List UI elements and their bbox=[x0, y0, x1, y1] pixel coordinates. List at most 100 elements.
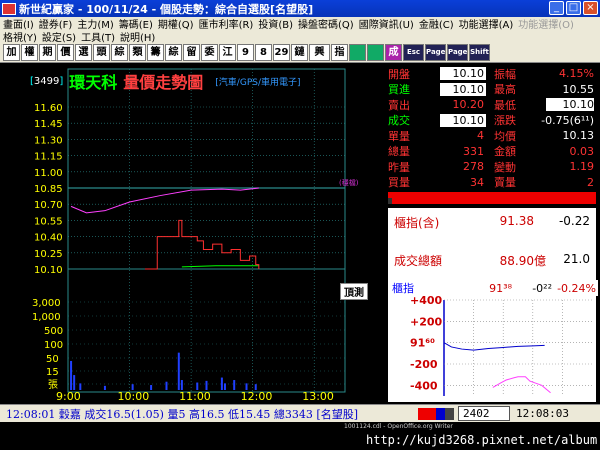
toolbar-button-23[interactable]: Page bbox=[425, 44, 446, 61]
price-tick-label: 10.40 bbox=[34, 233, 63, 244]
toolbar-button-7[interactable]: 類 bbox=[129, 44, 146, 61]
volume-tick-label: 500 bbox=[44, 326, 63, 337]
toolbar-button-16[interactable]: 鏈 bbox=[291, 44, 308, 61]
quote-row: 總量 331 金額 0.03 bbox=[388, 144, 596, 160]
toolbar-button-19[interactable] bbox=[349, 44, 366, 61]
volume-tick-label: 15 bbox=[46, 367, 59, 378]
menu-item-4[interactable]: 期權(Q) bbox=[158, 16, 194, 31]
price-tick-label: 11.45 bbox=[34, 119, 63, 130]
menu-item-sub-3[interactable]: 說明(H) bbox=[120, 29, 155, 44]
quote-label: 開盤 bbox=[388, 67, 410, 81]
menu-item-11[interactable]: 功能選擇(O) bbox=[518, 16, 574, 31]
mini-index-change: -0²² bbox=[532, 281, 552, 295]
volume-tick-label: 3,000 bbox=[32, 298, 61, 309]
index-panel: 櫃指(含) 91.38 -0.22 成交總額 88.90億 21.0 bbox=[388, 208, 596, 280]
price-volume-chart[interactable]: 11.60 11.45 11.30 11.15 11.00 10.85 10.70 10.55… bbox=[0, 64, 388, 404]
footer-watermark: 1001124.cdl - OpenOffice.org Writer http… bbox=[0, 422, 600, 450]
volume-weighted-line bbox=[181, 265, 259, 268]
menu-item-sub-0[interactable]: 格視(Y) bbox=[3, 29, 37, 44]
status-color-indicator bbox=[418, 407, 454, 420]
minimize-button[interactable]: _ bbox=[549, 1, 564, 15]
mini-tick-label: -200 bbox=[410, 358, 438, 371]
quote-label: 均價 bbox=[494, 129, 516, 143]
quote-label: 總量 bbox=[388, 145, 410, 159]
toolbar-button-20[interactable] bbox=[367, 44, 384, 61]
menu-row-secondary: 格視(Y) 設定(S) 工具(T) 說明(H) bbox=[0, 29, 600, 44]
volume-bar bbox=[79, 383, 82, 390]
avg-line-label: (穩檔) bbox=[339, 179, 359, 187]
toolbar-button-18[interactable]: 指 bbox=[331, 44, 348, 61]
menu-item-6[interactable]: 投資(B) bbox=[258, 16, 293, 31]
quote-row: 賣出 10.20 最低 10.10 bbox=[388, 97, 596, 113]
test-badge[interactable]: 頂測 bbox=[340, 283, 368, 300]
menu-bar: 畫面(I) 證券(F) 主力(M) 籌碼(E) 期權(Q) 匯市利率(R) 投資(B) 操盤密… bbox=[0, 16, 600, 44]
toolbar-button-17[interactable]: 興 bbox=[309, 44, 330, 61]
volume-bar bbox=[150, 385, 153, 390]
quote-label: 昨量 bbox=[388, 160, 410, 174]
quote-label: 變動 bbox=[494, 160, 516, 174]
toolbar-button-14[interactable]: 8 bbox=[255, 44, 272, 61]
toolbar-button-10[interactable]: 留 bbox=[183, 44, 200, 61]
menu-item-sub-2[interactable]: 工具(T) bbox=[81, 29, 115, 44]
mini-index-line bbox=[443, 342, 545, 351]
volume-bar bbox=[103, 385, 106, 390]
toolbar-button-5[interactable]: 頭 bbox=[93, 44, 110, 61]
menu-item-8[interactable]: 國際資訊(U) bbox=[359, 16, 414, 31]
toolbar-button-3[interactable]: 價 bbox=[57, 44, 74, 61]
toolbar-button-13[interactable]: 9 bbox=[237, 44, 254, 61]
toolbar-button-22[interactable]: Esc bbox=[403, 44, 424, 61]
toolbar: 加權期價選頭綜類籌綜留委江 9 8 29 鏈興指成 Esc Page Page Shift bbox=[0, 43, 600, 63]
quote-value: 10.10 bbox=[546, 98, 594, 112]
quote-label: 振幅 bbox=[494, 67, 516, 81]
menu-item-7[interactable]: 操盤密碼(Q) bbox=[298, 16, 354, 31]
toolbar-button-11[interactable]: 委 bbox=[201, 44, 218, 61]
maximize-button[interactable]: □ bbox=[566, 1, 581, 15]
volume-bar bbox=[223, 383, 226, 390]
toolbar-button-1[interactable]: 權 bbox=[21, 44, 38, 61]
time-tick-label: 12:00 bbox=[241, 390, 273, 403]
quote-label: 賣出 bbox=[388, 98, 410, 112]
toolbar-button-8[interactable]: 籌 bbox=[147, 44, 164, 61]
menu-item-5[interactable]: 匯市利率(R) bbox=[199, 16, 254, 31]
close-button[interactable]: × bbox=[583, 1, 598, 15]
mini-tick-label: -400 bbox=[410, 379, 438, 392]
toolbar-button-12[interactable]: 江 bbox=[219, 44, 236, 61]
quote-value: 10.13 bbox=[562, 129, 595, 143]
index-value: 91.38 bbox=[499, 214, 534, 228]
mini-index-header: 櫃指 91³⁸ -0²² -0.24% bbox=[392, 280, 598, 296]
toolbar-button-24[interactable]: Page bbox=[447, 44, 468, 61]
average-price-line bbox=[70, 187, 259, 214]
price-tick-label: 11.00 bbox=[34, 168, 63, 179]
stock-code-input[interactable]: 2402 bbox=[458, 406, 510, 421]
menu-item-10[interactable]: 功能選擇(A) bbox=[459, 16, 514, 31]
mini-index-chart[interactable]: +400 +200 91⁶⁰ -200 -400 bbox=[388, 296, 596, 402]
toolbar-button-15[interactable]: 29 bbox=[273, 44, 290, 61]
price-tick-label: 10.10 bbox=[34, 265, 63, 276]
quote-value: 10.20 bbox=[452, 98, 485, 112]
toolbar-button-6[interactable]: 綜 bbox=[111, 44, 128, 61]
menu-item-9[interactable]: 金融(C) bbox=[419, 16, 454, 31]
toolbar-button-25[interactable]: Shift bbox=[469, 44, 490, 61]
quote-value: 4 bbox=[477, 129, 484, 143]
quote-label: 買量 bbox=[388, 176, 410, 190]
price-tick-label: 10.55 bbox=[34, 216, 63, 227]
price-tick-label: 10.85 bbox=[34, 184, 63, 195]
time-tick-label: 11:00 bbox=[179, 390, 211, 403]
toolbar-button-0[interactable]: 加 bbox=[3, 44, 20, 61]
mini-index-percent: -0.24% bbox=[557, 281, 596, 295]
quote-value: 1.19 bbox=[569, 160, 595, 174]
turnover-value: 88.90億 bbox=[499, 254, 546, 268]
toolbar-button-9[interactable]: 綜 bbox=[165, 44, 182, 61]
menu-item-sub-1[interactable]: 設定(S) bbox=[42, 29, 76, 44]
toolbar-button-2[interactable]: 期 bbox=[39, 44, 56, 61]
volume-tick-label: 張 bbox=[48, 379, 58, 391]
quote-label: 最低 bbox=[494, 98, 516, 112]
index-change: -0.22 bbox=[558, 214, 590, 228]
toolbar-button-4[interactable]: 選 bbox=[75, 44, 92, 61]
quote-label: 最高 bbox=[494, 83, 516, 97]
price-tick-label: 11.15 bbox=[34, 152, 63, 163]
quote-label: 成交 bbox=[388, 114, 410, 128]
volume-bar bbox=[70, 360, 73, 390]
toolbar-button-21[interactable]: 成 bbox=[385, 44, 402, 61]
price-tick-label: 11.60 bbox=[34, 103, 63, 114]
